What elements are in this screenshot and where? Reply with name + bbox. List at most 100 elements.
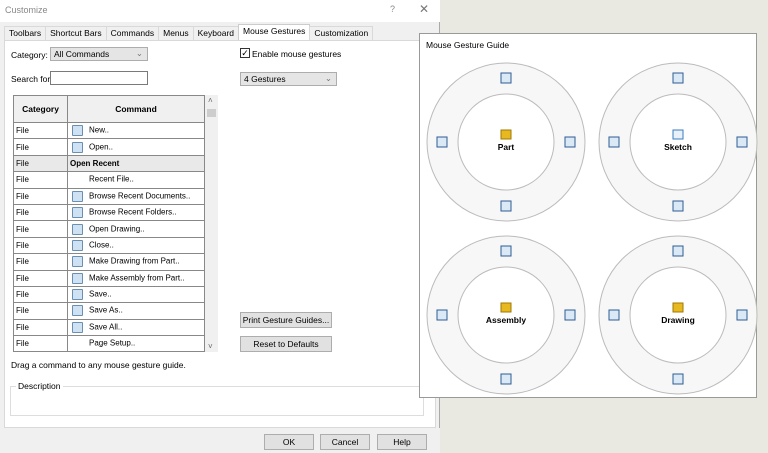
wheel-label: Sketch bbox=[664, 142, 692, 152]
commands-table: Category Command File New.. File Open.. File… bbox=[13, 95, 205, 353]
wheel-label: Drawing bbox=[661, 315, 695, 325]
table-row[interactable]: File Make Drawing from Part.. bbox=[13, 253, 205, 271]
help-button[interactable]: Help bbox=[377, 434, 427, 450]
command-label: Close.. bbox=[89, 240, 114, 250]
chevron-down-icon: ⌄ bbox=[324, 73, 332, 83]
table-row[interactable]: File Page Setup.. bbox=[13, 335, 205, 353]
search-label: Search for: bbox=[11, 74, 53, 84]
tab-commands[interactable]: Commands bbox=[105, 26, 160, 40]
table-row[interactable]: File Make Assembly from Part.. bbox=[13, 269, 205, 287]
line-icon[interactable] bbox=[500, 72, 512, 84]
column-header-command[interactable]: Command bbox=[67, 95, 205, 123]
cell-category: File bbox=[13, 138, 68, 156]
save-icon bbox=[72, 289, 83, 301]
table-row[interactable]: File Save All.. bbox=[13, 318, 205, 337]
line-icon[interactable] bbox=[608, 136, 620, 148]
category-select[interactable]: All Commands ⌄ bbox=[50, 47, 148, 61]
cell-category: File bbox=[13, 285, 68, 304]
chevron-down-icon: ⌄ bbox=[135, 48, 143, 58]
edit-sketch-icon[interactable] bbox=[736, 136, 748, 148]
cell-category: File bbox=[13, 220, 68, 238]
tab-customization[interactable]: Customization bbox=[309, 26, 374, 40]
scroll-down-icon[interactable]: ˅ bbox=[208, 342, 213, 351]
part-mode-icon bbox=[500, 129, 512, 140]
view-right-icon[interactable] bbox=[564, 309, 576, 321]
title-bar: Customize ? ✕ bbox=[0, 0, 440, 22]
customize-dialog: Customize ? ✕ Toolbars Shortcut Bars Com… bbox=[0, 0, 440, 453]
cell-category: File bbox=[13, 187, 68, 205]
view-bottom-icon[interactable] bbox=[500, 373, 512, 385]
view-front-icon[interactable] bbox=[436, 309, 448, 321]
view-bottom-icon[interactable] bbox=[500, 200, 512, 212]
help-icon[interactable]: ? bbox=[390, 4, 395, 14]
cell-category: File bbox=[13, 154, 68, 173]
view-front-icon[interactable] bbox=[436, 136, 448, 148]
cancel-button[interactable]: Cancel bbox=[320, 434, 370, 450]
description-label: Description bbox=[16, 381, 63, 391]
tab-mouse-gestures[interactable]: Mouse Gestures bbox=[238, 24, 311, 40]
new-document-icon bbox=[72, 125, 83, 137]
command-label: Open.. bbox=[89, 142, 114, 152]
command-label: Open Recent bbox=[70, 158, 120, 168]
command-label: Save As.. bbox=[89, 306, 123, 316]
tab-bar: Toolbars Shortcut Bars Commands Menus Ke… bbox=[4, 24, 374, 40]
table-row[interactable]: File Save.. bbox=[13, 285, 205, 304]
cell-command: Browse Recent Documents.. bbox=[67, 187, 205, 205]
category-value: All Commands bbox=[54, 49, 110, 59]
tab-toolbars[interactable]: Toolbars bbox=[4, 26, 47, 40]
tab-menus[interactable]: Menus bbox=[158, 26, 194, 40]
open-drawing-icon bbox=[72, 223, 83, 235]
cell-category: File bbox=[13, 302, 68, 320]
cell-command: Save As.. bbox=[67, 302, 205, 320]
tab-keyboard[interactable]: Keyboard bbox=[192, 26, 240, 40]
print-gesture-guides-button[interactable]: Print Gesture Guides... bbox=[240, 312, 332, 328]
command-label: Make Drawing from Part.. bbox=[89, 256, 180, 266]
make-drawing-icon bbox=[72, 256, 83, 268]
table-row[interactable]: File Close.. bbox=[13, 236, 205, 255]
save-all-icon bbox=[72, 321, 83, 333]
note-icon[interactable] bbox=[672, 373, 684, 385]
scrollbar-thumb[interactable] bbox=[207, 109, 216, 117]
scroll-up-icon[interactable]: ˄ bbox=[208, 96, 213, 105]
smart-dimension-icon[interactable] bbox=[672, 245, 684, 257]
command-label: Open Drawing.. bbox=[89, 224, 145, 234]
table-row[interactable]: File Browse Recent Documents.. bbox=[13, 187, 205, 205]
tab-shortcut-bars[interactable]: Shortcut Bars bbox=[45, 26, 107, 40]
cell-category: File bbox=[13, 335, 68, 353]
cell-command: New.. bbox=[67, 121, 205, 140]
rectangle-icon[interactable] bbox=[672, 200, 684, 212]
command-label: Browse Recent Folders.. bbox=[89, 207, 177, 217]
browse-documents-icon bbox=[72, 190, 83, 202]
command-label: Browse Recent Documents.. bbox=[89, 191, 191, 201]
table-scrollbar[interactable]: ˄ ˅ bbox=[205, 95, 218, 352]
command-label: New.. bbox=[89, 125, 110, 135]
table-row[interactable]: File Open Recent bbox=[13, 154, 205, 173]
reset-defaults-button[interactable]: Reset to Defaults bbox=[240, 336, 332, 352]
description-group: Description bbox=[10, 381, 424, 416]
table-row[interactable]: File New.. bbox=[13, 121, 205, 140]
cell-command: Open.. bbox=[67, 138, 205, 156]
zoom-icon[interactable] bbox=[736, 309, 748, 321]
smart-dimension-icon[interactable] bbox=[672, 72, 684, 84]
search-input[interactable] bbox=[50, 71, 148, 85]
view-right-icon[interactable] bbox=[564, 136, 576, 148]
command-label: Save.. bbox=[89, 289, 112, 299]
drawing-mode-icon bbox=[672, 302, 684, 313]
table-row[interactable]: File Open.. bbox=[13, 138, 205, 156]
close-icon[interactable]: ✕ bbox=[419, 2, 429, 16]
column-header-category[interactable]: Category bbox=[13, 95, 68, 123]
table-row[interactable]: File Recent File.. bbox=[13, 171, 205, 189]
view-top-icon[interactable] bbox=[500, 245, 512, 257]
enable-gestures-checkbox[interactable]: ✓ bbox=[240, 48, 250, 58]
cell-command: Save All.. bbox=[67, 318, 205, 337]
ok-button[interactable]: OK bbox=[264, 434, 314, 450]
gestures-count-select[interactable]: 4 Gestures ⌄ bbox=[240, 72, 337, 86]
cell-command: Make Drawing from Part.. bbox=[67, 253, 205, 271]
cell-category: File bbox=[13, 318, 68, 337]
table-row[interactable]: File Browse Recent Folders.. bbox=[13, 203, 205, 222]
enable-gestures-label: Enable mouse gestures bbox=[252, 49, 342, 59]
weld-symbol-icon[interactable] bbox=[608, 309, 620, 321]
table-row[interactable]: File Save As.. bbox=[13, 302, 205, 320]
table-row[interactable]: File Open Drawing.. bbox=[13, 220, 205, 238]
cell-command: Make Assembly from Part.. bbox=[67, 269, 205, 287]
